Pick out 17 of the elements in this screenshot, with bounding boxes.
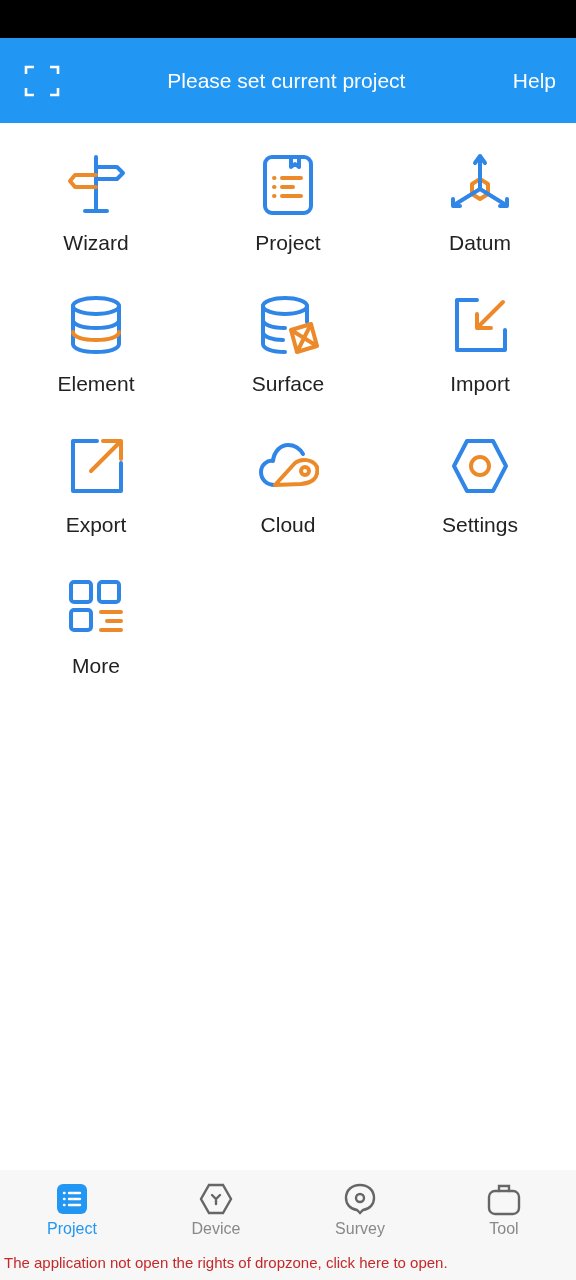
menu-tile[interactable]: Element: [53, 294, 139, 396]
menu-tile[interactable]: Cloud: [253, 435, 323, 537]
hexagon-icon: [199, 1182, 233, 1216]
list-icon: [55, 1182, 89, 1216]
menu-tile[interactable]: Export: [61, 435, 131, 537]
menu-tile[interactable]: Settings: [438, 435, 522, 537]
header-title: Please set current project: [167, 68, 406, 93]
briefcase-icon: [487, 1182, 521, 1216]
menu-tile[interactable]: Import: [445, 294, 515, 396]
menu-tile[interactable]: Datum: [445, 153, 515, 255]
location-pin-icon: [343, 1182, 377, 1216]
menu-tile[interactable]: Surface: [247, 294, 329, 396]
signpost-icon: [65, 153, 127, 215]
menu-tile[interactable]: Wizard: [59, 153, 133, 255]
permission-link[interactable]: The application not open the rights of dropzone, click here to open.: [0, 1238, 576, 1280]
menu-tile[interactable]: Project: [251, 153, 325, 255]
menu-tile[interactable]: More: [61, 576, 131, 678]
